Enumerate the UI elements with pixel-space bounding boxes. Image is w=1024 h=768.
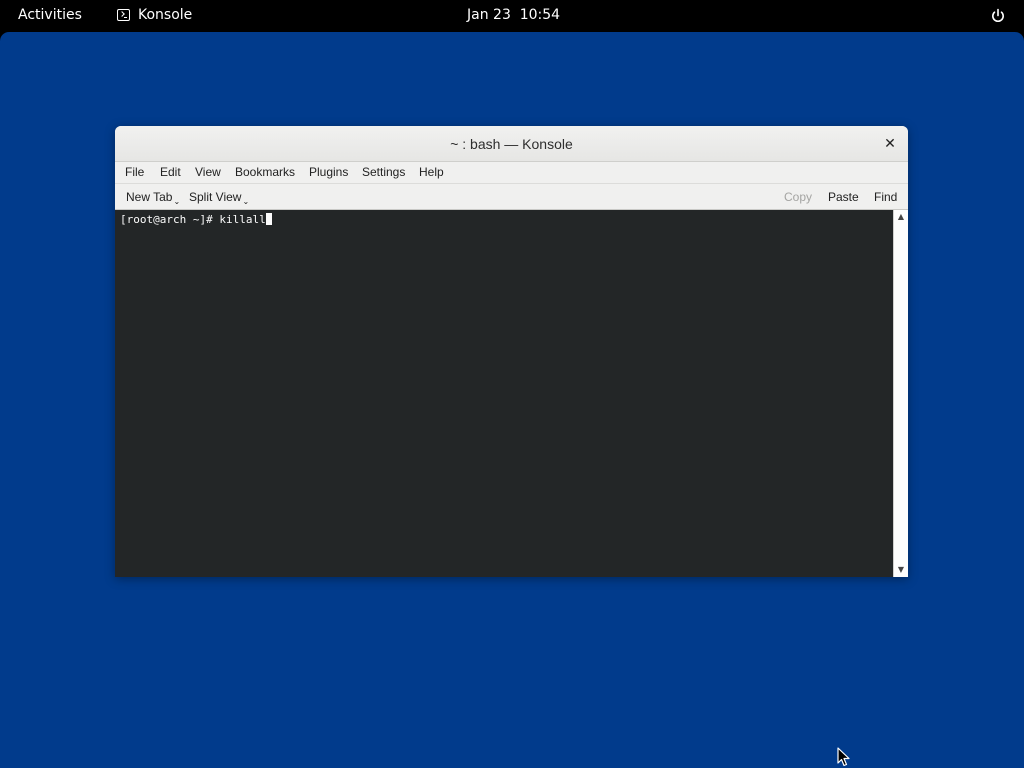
konsole-window: ~ : bash — Konsole ✕ File Edit View Book… <box>115 126 908 577</box>
app-menu-label: Konsole <box>138 7 193 23</box>
toolbar: New Tab⌄ Split View⌄ Copy Paste Find <box>115 184 908 210</box>
window-title: ~ : bash — Konsole <box>450 136 573 152</box>
menu-edit[interactable]: Edit <box>160 165 181 179</box>
window-titlebar[interactable]: ~ : bash — Konsole ✕ <box>115 126 908 162</box>
copy-button[interactable]: Copy <box>784 190 812 204</box>
split-view-button[interactable]: Split View⌄ <box>189 190 249 206</box>
top-bar: Activities Konsole Jan 23 10:54 <box>0 0 1024 32</box>
menu-bookmarks[interactable]: Bookmarks <box>235 165 295 179</box>
clock[interactable]: Jan 23 10:54 <box>467 7 560 23</box>
activities-button[interactable]: Activities <box>18 7 82 23</box>
split-view-label: Split View <box>189 190 242 204</box>
terminal-line: [root@arch ~]# killall <box>120 213 272 226</box>
typed-command: killall <box>219 213 266 226</box>
menu-settings[interactable]: Settings <box>362 165 405 179</box>
new-tab-label: New Tab <box>126 190 173 204</box>
menu-view[interactable]: View <box>195 165 221 179</box>
power-icon[interactable] <box>990 8 1006 24</box>
menu-bar: File Edit View Bookmarks Plugins Setting… <box>115 162 908 184</box>
terminal-area[interactable]: [root@arch ~]# killall <box>115 210 893 577</box>
menu-plugins[interactable]: Plugins <box>309 165 348 179</box>
find-button[interactable]: Find <box>874 190 897 204</box>
new-tab-button[interactable]: New Tab⌄ <box>126 190 180 206</box>
mouse-pointer-icon <box>837 747 850 767</box>
app-menu[interactable]: Konsole <box>117 7 192 23</box>
terminal-icon <box>117 9 130 21</box>
chevron-down-icon: ⌄ <box>173 197 181 206</box>
close-button[interactable]: ✕ <box>881 135 899 153</box>
scroll-up-arrow-icon[interactable]: ▲ <box>894 211 908 223</box>
scroll-down-arrow-icon[interactable]: ▼ <box>894 564 908 576</box>
text-cursor <box>265 213 272 225</box>
chevron-down-icon: ⌄ <box>242 197 250 206</box>
vertical-scrollbar[interactable]: ▲ ▼ <box>893 210 908 577</box>
paste-button[interactable]: Paste <box>828 190 859 204</box>
menu-file[interactable]: File <box>125 165 144 179</box>
menu-help[interactable]: Help <box>419 165 444 179</box>
shell-prompt: [root@arch ~]# <box>120 213 220 226</box>
